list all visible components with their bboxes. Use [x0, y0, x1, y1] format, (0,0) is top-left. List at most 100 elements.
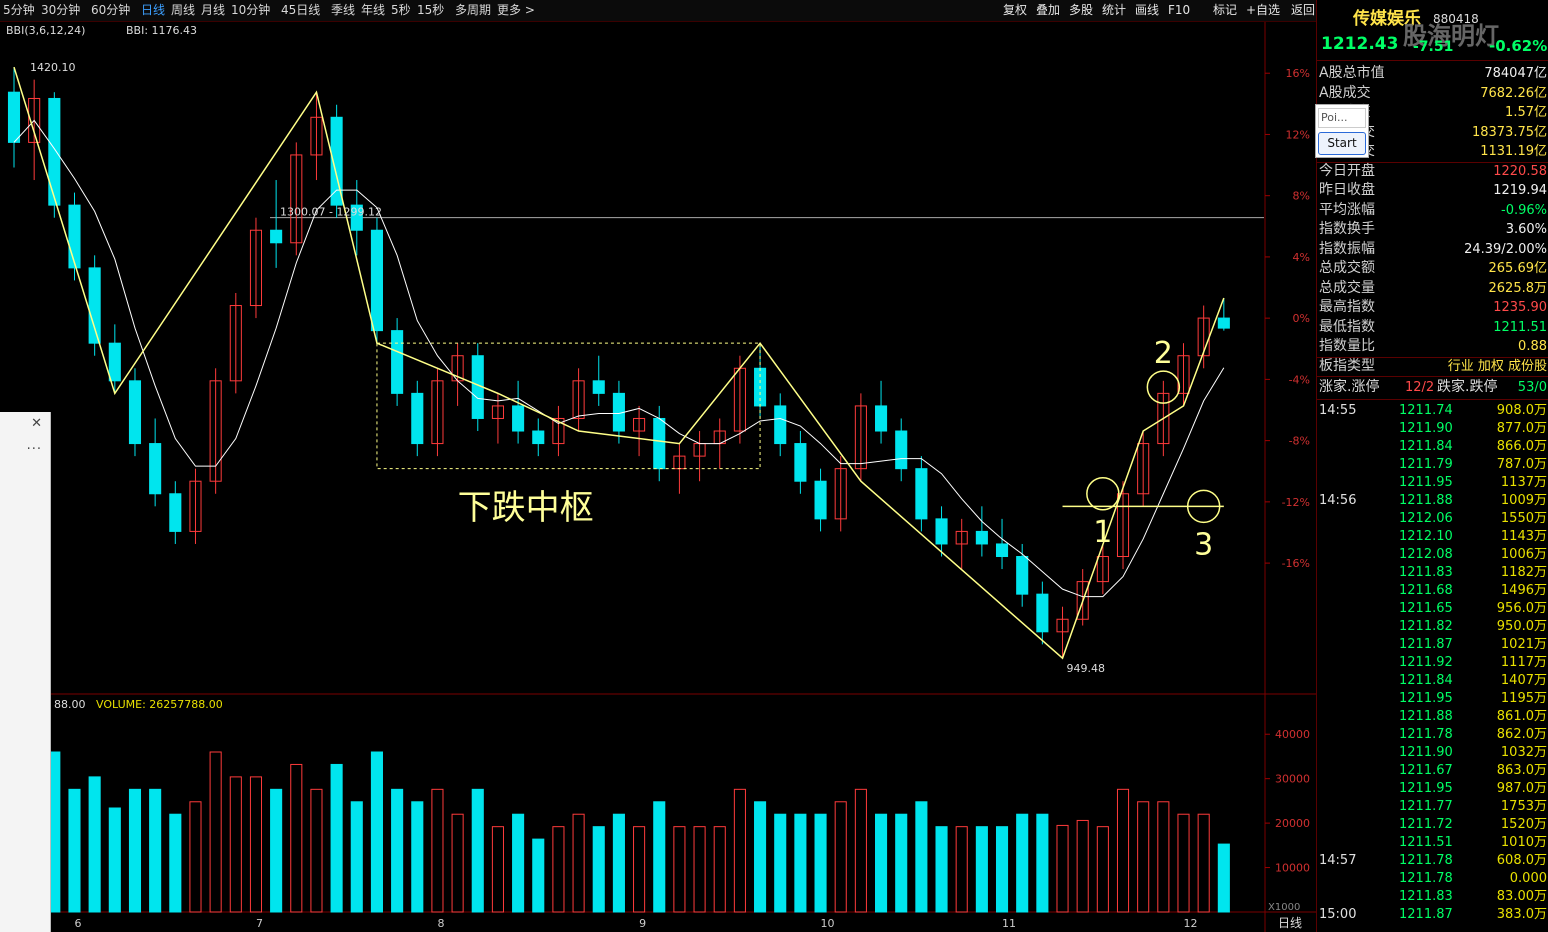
- volume-bar: [88, 776, 101, 913]
- stat-row-15: 板指类型 行业 加权 成份股: [1319, 357, 1547, 374]
- period-tab-3[interactable]: 日线: [141, 3, 165, 18]
- period-tab-7[interactable]: 45日线: [281, 3, 320, 18]
- marker-label-3: 3: [1194, 527, 1213, 562]
- volume-bar: [794, 813, 807, 913]
- point-input[interactable]: Poi...: [1318, 108, 1366, 128]
- stat-row-10: 总成交额 265.69亿: [1319, 260, 1547, 276]
- updown-row: 涨家.涨停 12/2 跌家.跌停 53/0: [1319, 379, 1547, 395]
- period-tab-8[interactable]: 季线: [331, 3, 355, 18]
- period-tab-0[interactable]: 5分钟: [3, 3, 35, 18]
- volume-unit: X1000: [1268, 902, 1300, 913]
- period-tab-5[interactable]: 月线: [201, 3, 225, 18]
- volume-bar: [128, 788, 142, 913]
- volume-bar: [169, 813, 182, 913]
- candle-body: [270, 229, 283, 244]
- side-popup[interactable]: ✕ ···: [0, 412, 51, 932]
- stat-row-7: 平均涨幅 -0.96%: [1319, 201, 1547, 218]
- tick-row: 1211.77 1753万: [1399, 799, 1547, 814]
- tick-row: 1211.90 1032万: [1399, 745, 1547, 760]
- tick-row: 1211.95 1137万: [1399, 475, 1547, 490]
- kline-chart[interactable]: 16% 12% 8% 4% 0% -4% -8% -12% -16% 1300.07 - 1299…: [0, 22, 1316, 932]
- close-icon[interactable]: ✕: [31, 416, 42, 431]
- period-tab-2[interactable]: 60分钟: [91, 3, 130, 18]
- tick-row: 1212.08 1006万: [1399, 547, 1547, 562]
- pct-tick-label: 12%: [1286, 128, 1310, 141]
- tick-row: 1211.78 862.0万: [1399, 727, 1547, 742]
- period-tab-12[interactable]: 多周期: [455, 3, 491, 18]
- tool-button-8[interactable]: 返回: [1291, 3, 1315, 18]
- marker-label-2: 2: [1154, 336, 1173, 371]
- pct-tick-label: 0%: [1293, 312, 1310, 325]
- tick-row: 1211.92 1117万: [1399, 655, 1547, 670]
- period-tab-1[interactable]: 30分钟: [41, 3, 80, 18]
- period-toolbar: 5分钟 30分钟 60分钟 日线 周线 月线 10分钟 45日线 季线 年线 5秒 15秒 多周期 更多 …: [0, 0, 1316, 22]
- month-label: 11: [1002, 917, 1016, 930]
- candle-body: [592, 380, 605, 394]
- stat-row-0: A股总市值 784047亿: [1319, 65, 1547, 81]
- tool-button-3[interactable]: 统计: [1102, 3, 1126, 18]
- volume-bar: [330, 763, 343, 913]
- pct-tick-label: 16%: [1286, 67, 1310, 80]
- candle-body: [653, 417, 666, 470]
- sep: [1317, 60, 1548, 61]
- stat-row-12: 最高指数 1235.90: [1319, 299, 1547, 315]
- period-tab-4[interactable]: 周线: [171, 3, 195, 18]
- volume-bar: [471, 788, 484, 913]
- tick-row: 1211.51 1010万: [1399, 835, 1547, 850]
- tick-row: 1211.79 787.0万: [1399, 457, 1547, 472]
- stat-row-5: 今日开盘 1220.58: [1319, 162, 1547, 179]
- volume-prefix: 88.00: [54, 698, 86, 711]
- volume-bar: [350, 801, 363, 913]
- candle-body: [1016, 556, 1029, 595]
- month-label: 10: [821, 917, 835, 930]
- month-label: 9: [639, 917, 646, 930]
- tick-row: 15:00 1211.87 383.0万: [1319, 907, 1547, 922]
- tick-row: 1211.68 1496万: [1399, 583, 1547, 598]
- period-tab-13[interactable]: 更多 >: [497, 3, 535, 18]
- start-button[interactable]: Start: [1318, 132, 1366, 155]
- panel-change: -7.51: [1413, 39, 1454, 55]
- volume-bar: [875, 813, 888, 913]
- vol-tick-label: 40000: [1275, 728, 1310, 741]
- stat-row-11: 总成交量 2625.8万: [1319, 279, 1547, 296]
- tool-button-6[interactable]: 标记: [1213, 3, 1237, 18]
- volume-bar: [532, 838, 545, 913]
- sep: [1317, 399, 1548, 400]
- volume-bar: [512, 813, 525, 913]
- indicator-label: BBI(3,6,12,24): [6, 24, 85, 37]
- tool-button-5[interactable]: F10: [1168, 3, 1190, 18]
- tick-row: 1211.95 987.0万: [1399, 781, 1547, 796]
- candle-body: [875, 405, 888, 432]
- candle-body: [794, 443, 807, 482]
- candle-body: [774, 405, 787, 445]
- floating-widget[interactable]: Poi... Start: [1315, 104, 1369, 158]
- month-label: 8: [437, 917, 444, 930]
- tool-button-1[interactable]: 叠加: [1036, 3, 1060, 18]
- candle-body: [411, 392, 424, 445]
- period-tab-6[interactable]: 10分钟: [231, 3, 270, 18]
- tick-row: 14:55 1211.74 908.0万: [1319, 403, 1547, 418]
- pct-tick-label: 4%: [1293, 251, 1310, 264]
- tick-row: 1211.84 1407万: [1399, 673, 1547, 688]
- candle-body: [935, 518, 948, 545]
- more-icon[interactable]: ···: [27, 442, 42, 457]
- tool-button-7[interactable]: +自选: [1246, 3, 1280, 18]
- tick-row: 14:57 1211.78 608.0万: [1319, 853, 1547, 868]
- volume-bar: [612, 813, 625, 913]
- period-tab-9[interactable]: 年线: [361, 3, 385, 18]
- candle-body: [814, 480, 827, 520]
- tick-row: 1211.87 1021万: [1399, 637, 1547, 652]
- month-label: 6: [74, 917, 81, 930]
- stat-row-8: 指数换手 3.60%: [1319, 221, 1547, 237]
- price-high-label: 1420.10: [30, 61, 76, 74]
- period-tab-11[interactable]: 15秒: [417, 3, 444, 18]
- pct-tick-label: 8%: [1293, 190, 1310, 203]
- volume-bar: [915, 801, 928, 913]
- tool-button-4[interactable]: 画线: [1135, 3, 1159, 18]
- tick-row: 1211.84 866.0万: [1399, 439, 1547, 454]
- tool-button-0[interactable]: 复权: [1003, 3, 1027, 18]
- period-tab-10[interactable]: 5秒: [391, 3, 411, 18]
- candle-body: [68, 204, 81, 269]
- candle-body: [48, 97, 61, 206]
- tool-button-2[interactable]: 多股: [1069, 3, 1093, 18]
